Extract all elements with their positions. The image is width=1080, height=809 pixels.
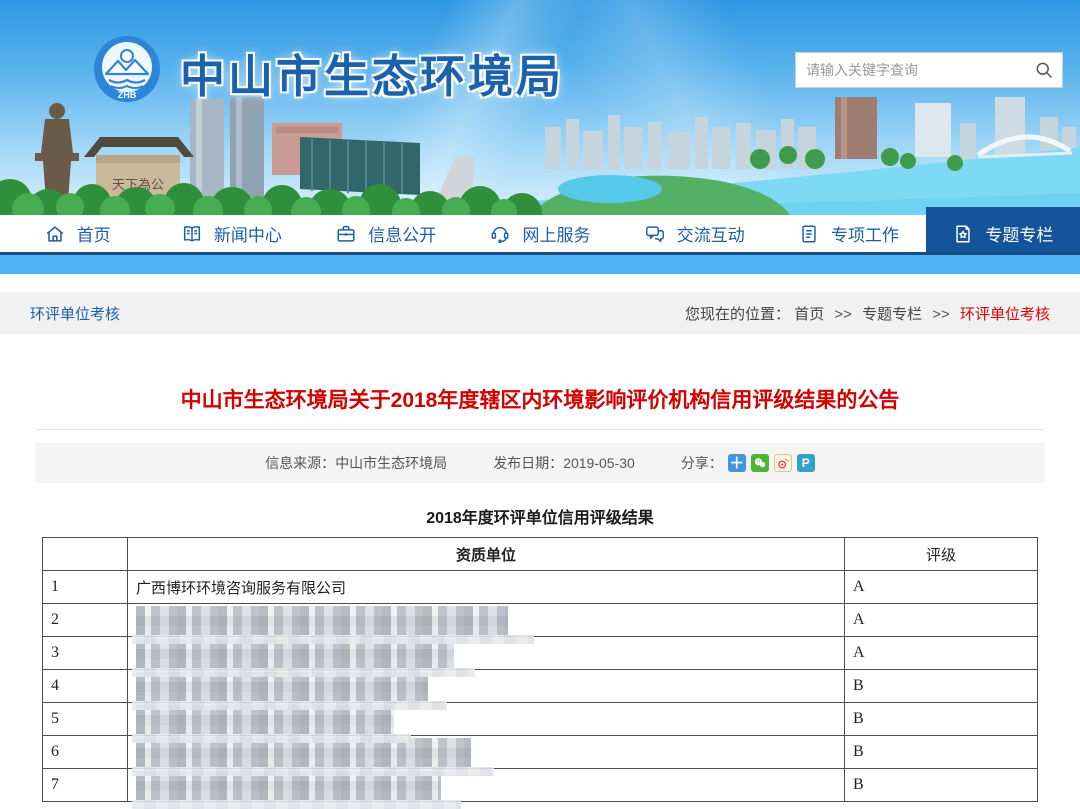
- main-nav: 首页 新闻中心 信息公开 网上服务 交流互动 专项工作 专题专栏: [0, 215, 1080, 252]
- company-cell: [128, 604, 845, 637]
- home-icon: [44, 223, 66, 245]
- row-number: 2: [43, 604, 128, 637]
- rating-value: B: [845, 703, 1038, 736]
- online-service-icon: [489, 223, 511, 245]
- article-source: 信息来源：中山市生态环境局: [265, 453, 447, 473]
- nav-item-info-disclosure[interactable]: 信息公开: [309, 215, 463, 252]
- nav-item-label: 交流互动: [677, 221, 745, 246]
- article-date: 发布日期：2019-05-30: [493, 453, 635, 473]
- nav-item-label: 网上服务: [522, 221, 590, 246]
- breadcrumb-separator: >>: [932, 306, 950, 323]
- breadcrumb: 您现在的位置： 首页 >> 专题专栏 >> 环评单位考核: [685, 303, 1050, 324]
- briefcase-icon: [335, 223, 357, 245]
- article-info-bar: 信息来源：中山市生态环境局 发布日期：2019-05-30 分享： ＋ P: [35, 443, 1045, 483]
- rating-table-body: 1 广西博环环境咨询服务有限公司 A 2 A 3 A 4 B 5 B 6 B 7…: [43, 571, 1038, 802]
- qzone-share-icon[interactable]: P: [797, 454, 815, 472]
- rating-table: 资质单位 评级 1 广西博环环境咨询服务有限公司 A 2 A 3 A 4 B 5…: [42, 537, 1038, 802]
- breadcrumb-bar: 环评单位考核 您现在的位置： 首页 >> 专题专栏 >> 环评单位考核: [0, 292, 1080, 334]
- row-number: 7: [43, 769, 128, 802]
- row-number: 5: [43, 703, 128, 736]
- nav-subbar: [0, 255, 1080, 274]
- company-name-redacted: [136, 606, 508, 635]
- environment-bureau-emblem: ZHB: [92, 34, 162, 104]
- header-index: [43, 538, 128, 571]
- breadcrumb-home-link[interactable]: 首页: [794, 306, 824, 323]
- city-skyline-image: 天下為公: [0, 97, 1080, 215]
- rating-value: B: [845, 769, 1038, 802]
- divider-line: [35, 429, 1045, 430]
- company-name: 广西博环环境咨询服务有限公司: [136, 580, 346, 597]
- search-input[interactable]: [796, 54, 1026, 86]
- nav-item-label: 首页: [77, 221, 111, 246]
- company-cell: 广西博环环境咨询服务有限公司: [128, 571, 845, 604]
- weibo-share-icon[interactable]: [774, 454, 792, 472]
- breadcrumb-current: 环评单位考核: [960, 306, 1050, 323]
- nav-item-special-column[interactable]: 专题专栏: [926, 207, 1080, 252]
- nav-item-home[interactable]: 首页: [0, 215, 154, 252]
- row-number: 1: [43, 571, 128, 604]
- section-title: 环评单位考核: [30, 303, 120, 324]
- rating-value: B: [845, 736, 1038, 769]
- table-row: 1 广西博环环境咨询服务有限公司 A: [43, 571, 1038, 604]
- rating-value: A: [845, 637, 1038, 670]
- breadcrumb-location-label: 您现在的位置：: [685, 306, 790, 323]
- nav-item-label: 新闻中心: [214, 221, 282, 246]
- share-plus-icon[interactable]: ＋: [728, 454, 746, 472]
- table-row: 2 A: [43, 604, 1038, 637]
- search-box: [795, 52, 1063, 88]
- breadcrumb-separator: >>: [834, 306, 852, 323]
- site-logo[interactable]: ZHB: [92, 34, 162, 104]
- header-rating: 评级: [845, 538, 1038, 571]
- wechat-share-icon[interactable]: [751, 454, 769, 472]
- table-header-row: 资质单位 评级: [43, 538, 1038, 571]
- nav-item-news[interactable]: 新闻中心: [154, 215, 308, 252]
- share-bar: 分享： ＋ P: [681, 453, 815, 473]
- svg-text:ZHB: ZHB: [118, 90, 137, 100]
- nav-item-label: 专题专栏: [985, 221, 1053, 246]
- breadcrumb-section-link[interactable]: 专题专栏: [862, 306, 922, 323]
- share-label: 分享：: [681, 453, 723, 473]
- nav-item-special-work[interactable]: 专项工作: [771, 215, 925, 252]
- table-title: 2018年度环评单位信用评级结果: [0, 504, 1080, 528]
- nav-item-online-service[interactable]: 网上服务: [463, 215, 617, 252]
- row-number: 6: [43, 736, 128, 769]
- article-title: 中山市生态环境局关于2018年度辖区内环境影响评价机构信用评级结果的公告: [40, 386, 1040, 416]
- document-icon: [798, 223, 820, 245]
- nav-item-label: 专项工作: [831, 221, 899, 246]
- nav-item-interaction[interactable]: 交流互动: [617, 215, 771, 252]
- site-title: 中山市生态环境局: [180, 40, 564, 105]
- rating-value: A: [845, 571, 1038, 604]
- rating-value: A: [845, 604, 1038, 637]
- row-number: 3: [43, 637, 128, 670]
- news-icon: [181, 223, 203, 245]
- site-header: 天下為公 ZHB 中山市: [0, 0, 1080, 215]
- nav-item-label: 信息公开: [368, 221, 436, 246]
- search-icon[interactable]: [1026, 53, 1062, 87]
- rating-value: B: [845, 670, 1038, 703]
- chat-icon: [644, 223, 666, 245]
- star-document-icon: [952, 223, 974, 245]
- row-number: 4: [43, 670, 128, 703]
- header-company: 资质单位: [128, 538, 845, 571]
